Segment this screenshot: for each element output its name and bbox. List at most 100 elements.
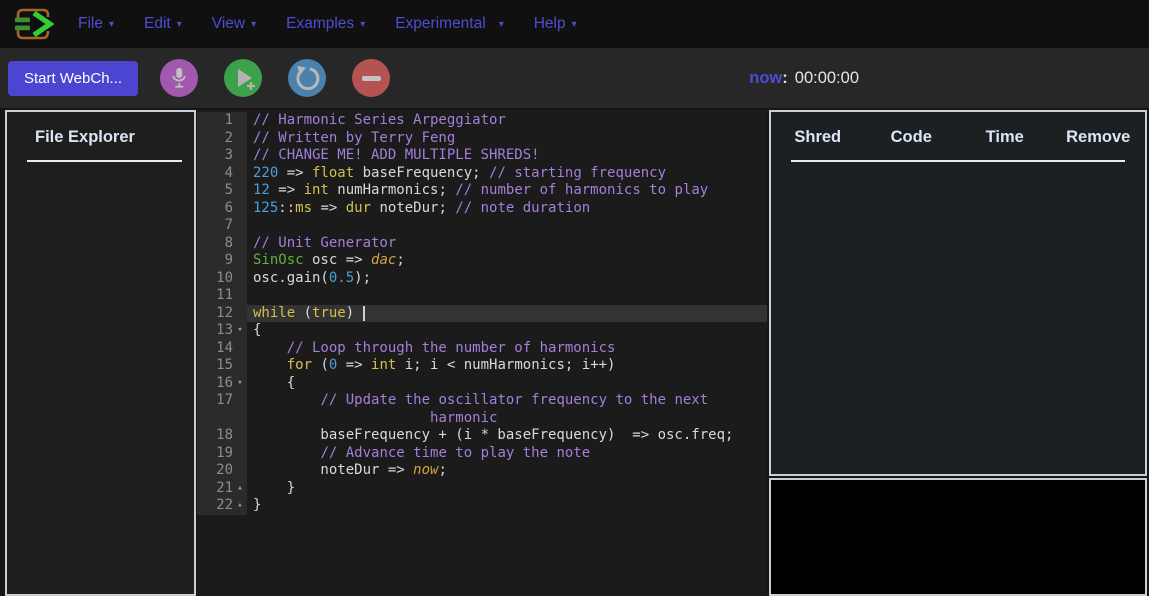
code-line-text[interactable]: for (0 => int i; i < numHarmonics; i++) (247, 357, 767, 375)
menu-edit-label: Edit (144, 15, 171, 33)
replace-shred-button[interactable] (288, 59, 326, 97)
code-line-text[interactable]: noteDur => now; (247, 462, 767, 480)
code-line-text[interactable]: } (247, 480, 767, 498)
line-number-gutter: 19 (197, 445, 247, 463)
code-line[interactable]: 7 (197, 217, 767, 235)
line-number-gutter: 16▾ (197, 375, 247, 393)
line-number-gutter: 2 (197, 130, 247, 148)
text-cursor (363, 306, 365, 321)
line-number-gutter: 20 (197, 462, 247, 480)
code-line[interactable]: 10osc.gain(0.5); (197, 270, 767, 288)
fold-spacer (233, 305, 247, 323)
menu-view[interactable]: View ▾ (212, 15, 256, 33)
line-number: 9 (197, 252, 233, 270)
code-line[interactable]: 12 while (true) (197, 305, 767, 323)
shred-column-header: Shred (771, 128, 865, 147)
code-line-text[interactable]: // Update the oscillator frequency to th… (247, 392, 767, 410)
code-line-text[interactable]: 12 => int numHarmonics; // number of har… (247, 182, 767, 200)
fold-spacer (233, 340, 247, 358)
code-line-text[interactable]: harmonic (247, 410, 767, 428)
code-line[interactable]: 8// Unit Generator (197, 235, 767, 253)
line-number: 12 (197, 305, 233, 323)
file-explorer-divider (27, 160, 182, 162)
line-number-gutter: 1 (197, 112, 247, 130)
code-line-text[interactable]: // Written by Terry Feng (247, 130, 767, 148)
remove-shred-button[interactable] (352, 59, 390, 97)
fold-spacer (233, 252, 247, 270)
menu-examples[interactable]: Examples ▾ (286, 15, 365, 33)
code-line[interactable]: 13▾{ (197, 322, 767, 340)
fold-spacer (233, 357, 247, 375)
file-explorer-title: File Explorer (7, 112, 194, 147)
line-number: 2 (197, 130, 233, 148)
fold-spacer (233, 235, 247, 253)
code-line-text[interactable] (247, 217, 767, 235)
code-line-text[interactable]: { (247, 375, 767, 393)
line-number-gutter: 11 (197, 287, 247, 305)
code-line[interactable]: 22▴} (197, 497, 767, 515)
code-line[interactable]: 9 SinOsc osc => dac; (197, 252, 767, 270)
fold-down-icon[interactable]: ▾ (233, 322, 247, 340)
code-line[interactable]: 512 => int numHarmonics; // number of ha… (197, 182, 767, 200)
fold-spacer (233, 130, 247, 148)
code-column-header: Code (865, 128, 959, 147)
code-line-text[interactable]: osc.gain(0.5); (247, 270, 767, 288)
code-line-text[interactable]: } (247, 497, 767, 515)
code-line[interactable]: 1// Harmonic Series Arpeggiator (197, 112, 767, 130)
code-line[interactable]: 19 // Advance time to play the note (197, 445, 767, 463)
fold-spacer (233, 182, 247, 200)
code-line[interactable]: 4220 => float baseFrequency; // starting… (197, 165, 767, 183)
code-line-text[interactable]: // CHANGE ME! ADD MULTIPLE SHREDS! (247, 147, 767, 165)
code-line[interactable]: 18 baseFrequency + (i * baseFrequency) =… (197, 427, 767, 445)
code-line[interactable]: 20 noteDur => now; (197, 462, 767, 480)
code-line[interactable]: 21▴ } (197, 480, 767, 498)
main-area: File Explorer 1// Harmonic Series Arpegg… (0, 108, 1149, 596)
code-line[interactable]: 11 (197, 287, 767, 305)
code-line[interactable]: harmonic (197, 410, 767, 428)
code-line-text[interactable] (247, 287, 767, 305)
code-line[interactable]: 15 for (0 => int i; i < numHarmonics; i+… (197, 357, 767, 375)
fold-spacer (233, 270, 247, 288)
menu-experimental[interactable]: Experimental ▾ (395, 15, 504, 33)
code-line-text[interactable]: // Advance time to play the note (247, 445, 767, 463)
code-line-text[interactable]: 220 => float baseFrequency; // starting … (247, 165, 767, 183)
code-line-text[interactable]: 125::ms => dur noteDur; // note duration (247, 200, 767, 218)
menu-view-label: View (212, 15, 245, 33)
line-number (197, 410, 233, 428)
start-webchuck-button[interactable]: Start WebCh... (8, 61, 138, 96)
code-line[interactable]: 6125::ms => dur noteDur; // note duratio… (197, 200, 767, 218)
code-line-text[interactable]: SinOsc osc => dac; (247, 252, 767, 270)
code-line[interactable]: 3// CHANGE ME! ADD MULTIPLE SHREDS! (197, 147, 767, 165)
line-number-gutter: 6 (197, 200, 247, 218)
code-line-text[interactable]: baseFrequency + (i * baseFrequency) => o… (247, 427, 767, 445)
code-line[interactable]: 2 // Written by Terry Feng (197, 130, 767, 148)
code-line-text[interactable]: // Unit Generator (247, 235, 767, 253)
fold-down-icon[interactable]: ▾ (233, 375, 247, 393)
line-number-gutter: 17 (197, 392, 247, 410)
code-line-text[interactable]: while (true) (247, 305, 767, 323)
fold-spacer (233, 112, 247, 130)
menu-experimental-label: Experimental (395, 15, 485, 33)
menu-file[interactable]: File ▾ (78, 15, 114, 33)
chevron-down-icon: ▾ (251, 19, 256, 30)
fold-spacer (233, 147, 247, 165)
right-column: Shred Code Time Remove (769, 110, 1147, 596)
fold-up-icon[interactable]: ▴ (233, 480, 247, 498)
code-line-text[interactable]: // Loop through the number of harmonics (247, 340, 767, 358)
fold-up-icon[interactable]: ▴ (233, 497, 247, 515)
microphone-button[interactable] (160, 59, 198, 97)
line-number-gutter: 18 (197, 427, 247, 445)
code-line-text[interactable]: { (247, 322, 767, 340)
line-number-gutter: 21▴ (197, 480, 247, 498)
menu-help[interactable]: Help ▾ (534, 15, 577, 33)
code-line[interactable]: 16▾ { (197, 375, 767, 393)
play-add-shred-button[interactable] (224, 59, 262, 97)
chevron-down-icon: ▾ (360, 19, 365, 30)
line-number-gutter: 15 (197, 357, 247, 375)
code-line[interactable]: 14 // Loop through the number of harmoni… (197, 340, 767, 358)
code-line[interactable]: 17 // Update the oscillator frequency to… (197, 392, 767, 410)
code-editor[interactable]: 1// Harmonic Series Arpeggiator2// Writt… (197, 110, 767, 596)
code-line-text[interactable]: // Harmonic Series Arpeggiator (247, 112, 767, 130)
line-number: 14 (197, 340, 233, 358)
menu-edit[interactable]: Edit ▾ (144, 15, 182, 33)
